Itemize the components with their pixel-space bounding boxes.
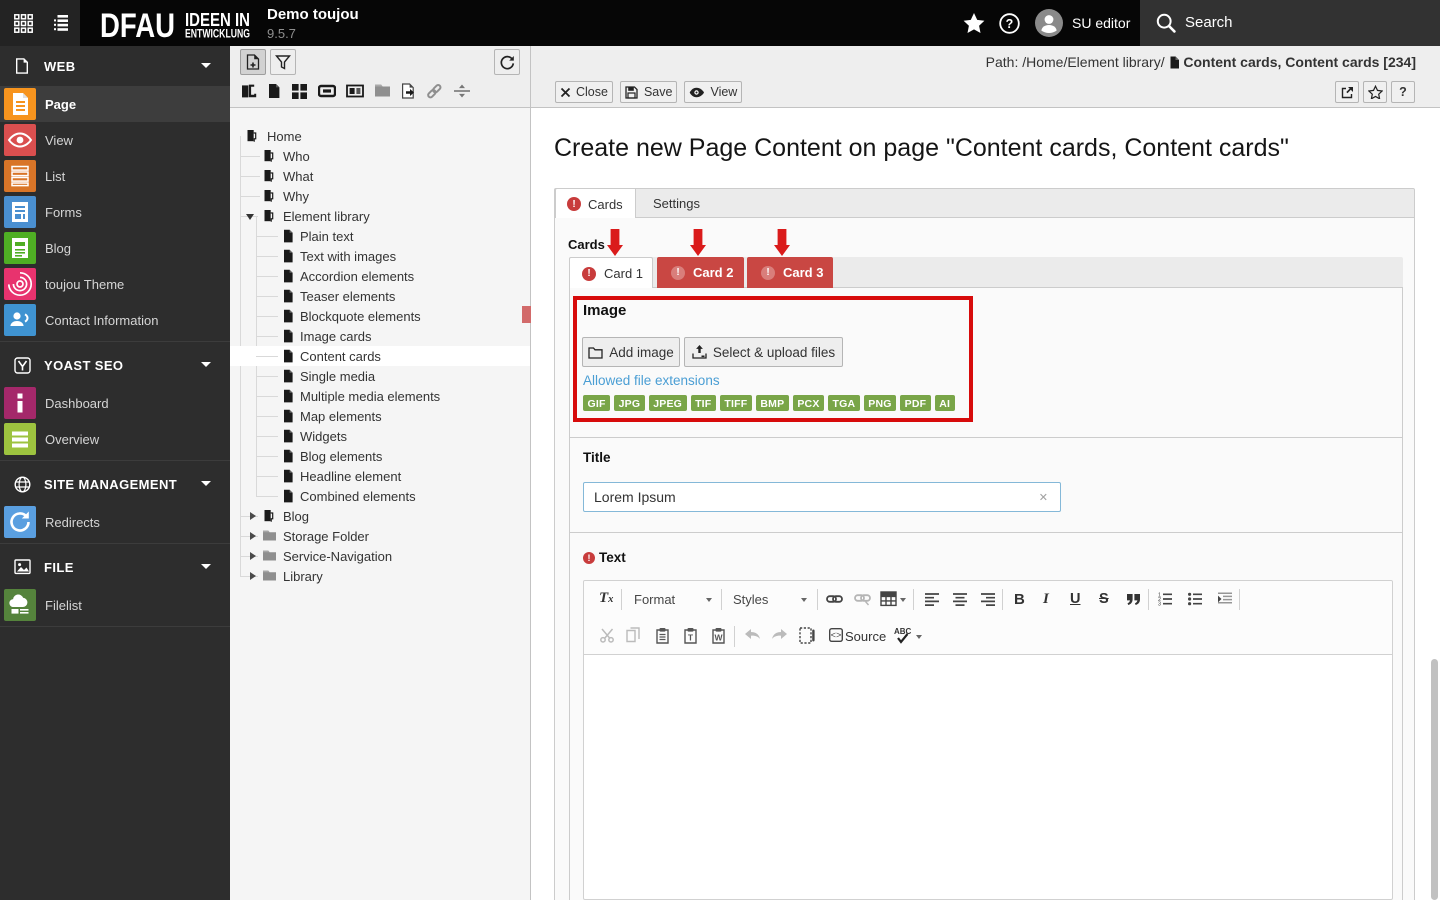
svg-text:ENTWICKLUNG: ENTWICKLUNG xyxy=(185,29,250,41)
svg-text:T: T xyxy=(688,632,694,642)
svg-text:ABC: ABC xyxy=(894,627,912,636)
svg-text:?: ? xyxy=(1006,17,1014,31)
svg-text:DFAU: DFAU xyxy=(100,7,175,45)
svg-text:3: 3 xyxy=(1158,602,1161,606)
svg-text:W: W xyxy=(714,632,723,642)
svg-text:IDEEN IN: IDEEN IN xyxy=(185,10,250,30)
svg-text:<>: <> xyxy=(831,631,842,641)
